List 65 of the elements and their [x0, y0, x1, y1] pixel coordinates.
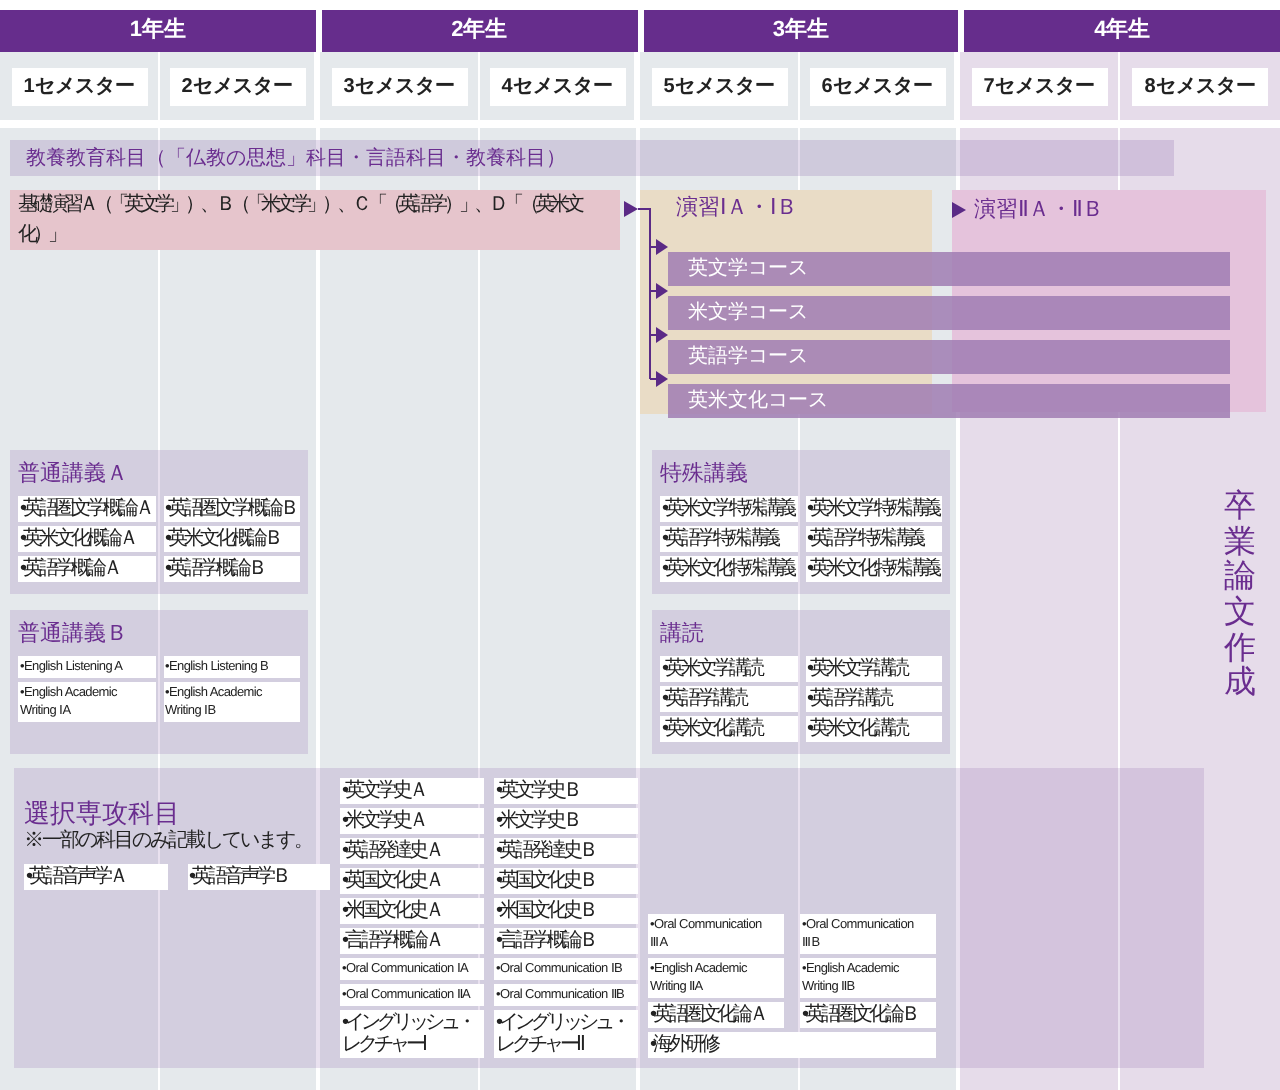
course-item: •英語圏文化論Ａ [648, 1002, 784, 1028]
general-education-bar: 教養教育科目（「仏教の思想」科目・言語科目・教養科目） [10, 140, 1174, 176]
course-item: •米国文化史Ａ [340, 898, 484, 924]
panel-title: 特殊講義 [660, 460, 750, 488]
semester-label: 6セメスター [809, 67, 945, 105]
course-item: •英米文化特殊講義 [660, 556, 797, 582]
course-item: •英文学史Ａ [340, 778, 484, 804]
course-item: •英語学講読 [805, 686, 942, 712]
course-item: •英語圏文化論Ｂ [800, 1002, 936, 1028]
course-item: •英語学概論Ｂ [163, 556, 300, 582]
course-item: •米文学史Ｂ [494, 808, 638, 834]
panel-title: 普通講義Ａ [18, 460, 130, 488]
course-item: •英米文化概論Ａ [18, 526, 155, 552]
year-header: 2年生 [321, 10, 637, 52]
course-bar: 米文学コース [668, 296, 1230, 330]
course-bar: 英文学コース [668, 252, 1230, 286]
panel-title: 演習ⅠＡ・ⅠＢ [676, 193, 800, 224]
course-item: •言語学概論Ｂ [494, 928, 638, 954]
course-item: •英語学特殊講義 [805, 526, 942, 552]
course-item: •英語発達史Ａ [340, 838, 484, 864]
course-item: •英米文学講読 [805, 656, 942, 682]
course-item: •米国文化史Ｂ [494, 898, 638, 924]
course-item: •英語圏文学概論Ａ [18, 496, 155, 522]
course-item: •英国文化史Ａ [340, 868, 484, 894]
course-bar: 英語学コース [668, 340, 1230, 374]
year-header: 4年生 [964, 10, 1280, 52]
semester-label: 1セメスター [11, 67, 147, 105]
course-item: •英米文学特殊講義 [805, 496, 942, 522]
course-item: •英語圏文学概論Ｂ [163, 496, 300, 522]
semester-label: 2セメスター [169, 67, 305, 105]
course-item: •英語発達史Ｂ [494, 838, 638, 864]
course-item: •英国文化史Ｂ [494, 868, 638, 894]
course-item: •英米文化講読 [805, 716, 942, 742]
panel-title: 普通講義Ｂ [18, 620, 130, 648]
semester-label: 7セメスター [971, 67, 1107, 105]
course-item: •イングリッシュ・レクチャーⅡ [494, 1010, 638, 1058]
panel-title: 演習ⅡＡ・ⅡＢ [974, 202, 1104, 220]
course-item: •言語学概論Ａ [340, 928, 484, 954]
course-item: •英語音声学Ｂ [187, 864, 330, 890]
basic-seminar-bar: 基礎演習Ａ（「英文学」）、Ｂ（「米文学」）、Ｃ「（英語学）」、Ｄ「（英米文化）」 [10, 190, 620, 250]
course-item: •英米文学特殊講義 [660, 496, 797, 522]
course-item: •イングリッシュ・レクチャーⅠ [340, 1010, 484, 1058]
thesis-label: 卒業論文作成 [1224, 490, 1256, 702]
course-bar: 英米文化コース [668, 384, 1230, 418]
note-text: ※一部の科目のみ記載しています。 [24, 830, 314, 854]
panel-title: 講読 [660, 620, 706, 648]
arrow-icon [952, 202, 966, 218]
course-item: •英語音声学Ａ [24, 864, 167, 890]
semester-label: 3セメスター [331, 67, 467, 105]
course-item: •米文学史Ａ [340, 808, 484, 834]
course-item: •英米文化特殊講義 [805, 556, 942, 582]
course-item: •英語学講読 [660, 686, 797, 712]
course-item: •英米文化概論Ｂ [163, 526, 300, 552]
semester-label: 4セメスター [489, 67, 625, 105]
year-header: 3年生 [643, 10, 959, 52]
course-item: •英語学特殊講義 [660, 526, 797, 552]
semester-label: 8セメスター [1132, 67, 1268, 105]
course-item: •英語学概論Ａ [18, 556, 155, 582]
semester-label: 5セメスター [651, 67, 787, 105]
course-item: •英文学史Ｂ [494, 778, 638, 804]
panel-title: 選択専攻科目 [24, 798, 182, 829]
course-item: •英米文化講読 [660, 716, 797, 742]
year-header: 1年生 [0, 10, 316, 52]
course-item: •英米文学講読 [660, 656, 797, 682]
course-item: •海外研修 [648, 1032, 936, 1058]
